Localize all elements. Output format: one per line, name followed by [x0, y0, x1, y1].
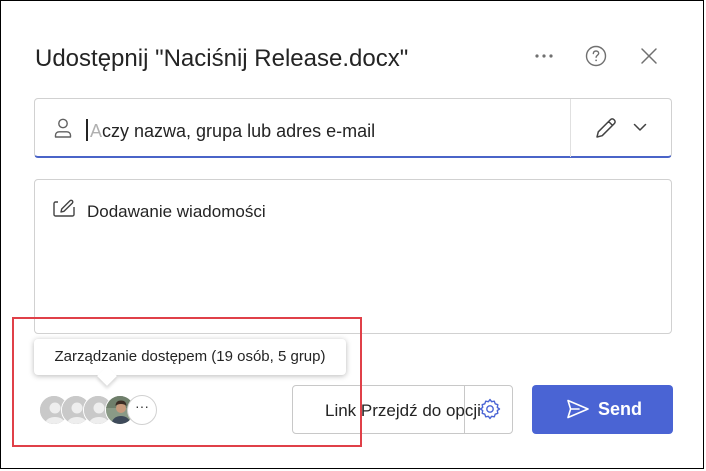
- recipients-placeholder[interactable]: Aczy nazwa, grupa lub adres e-mail: [90, 121, 375, 142]
- more-people-button[interactable]: ···: [127, 395, 157, 425]
- placeholder-rest: czy nazwa, grupa lub adres e-mail: [102, 121, 376, 141]
- edit-note-icon: [53, 199, 75, 217]
- field-divider: [570, 99, 571, 157]
- message-placeholder: Dodawanie wiadomości: [87, 202, 266, 221]
- text-caret: [86, 119, 88, 141]
- chevron-down-icon: [633, 123, 647, 131]
- share-dialog: Udostępnij "Naciśnij Release.docx" Aczy …: [0, 0, 704, 469]
- pencil-icon: [596, 118, 616, 138]
- placeholder-first-letter: A: [90, 121, 103, 141]
- send-button-label: Send: [598, 399, 643, 419]
- dialog-title: Udostępnij "Naciśnij Release.docx": [35, 45, 409, 72]
- link-settings-button[interactable]: Link Przejdź do opcji: [292, 385, 513, 434]
- person-icon: [54, 118, 72, 138]
- send-icon: [567, 399, 589, 419]
- link-button-label: Link Przejdź do opcji: [325, 401, 481, 420]
- close-icon[interactable]: [637, 44, 661, 68]
- recipients-field[interactable]: Aczy nazwa, grupa lub adres e-mail: [34, 98, 672, 158]
- gear-icon[interactable]: [478, 397, 502, 421]
- send-button[interactable]: Send: [532, 385, 673, 434]
- permission-dropdown-button[interactable]: [583, 109, 663, 147]
- manage-access-avatars[interactable]: ···: [39, 395, 163, 427]
- link-button-divider: [464, 386, 465, 433]
- more-options-icon[interactable]: [532, 44, 556, 68]
- help-icon[interactable]: [584, 44, 608, 68]
- manage-access-tooltip: Zarządzanie dostępem (19 osób, 5 grup): [34, 339, 346, 375]
- message-field[interactable]: Dodawanie wiadomości: [34, 179, 672, 334]
